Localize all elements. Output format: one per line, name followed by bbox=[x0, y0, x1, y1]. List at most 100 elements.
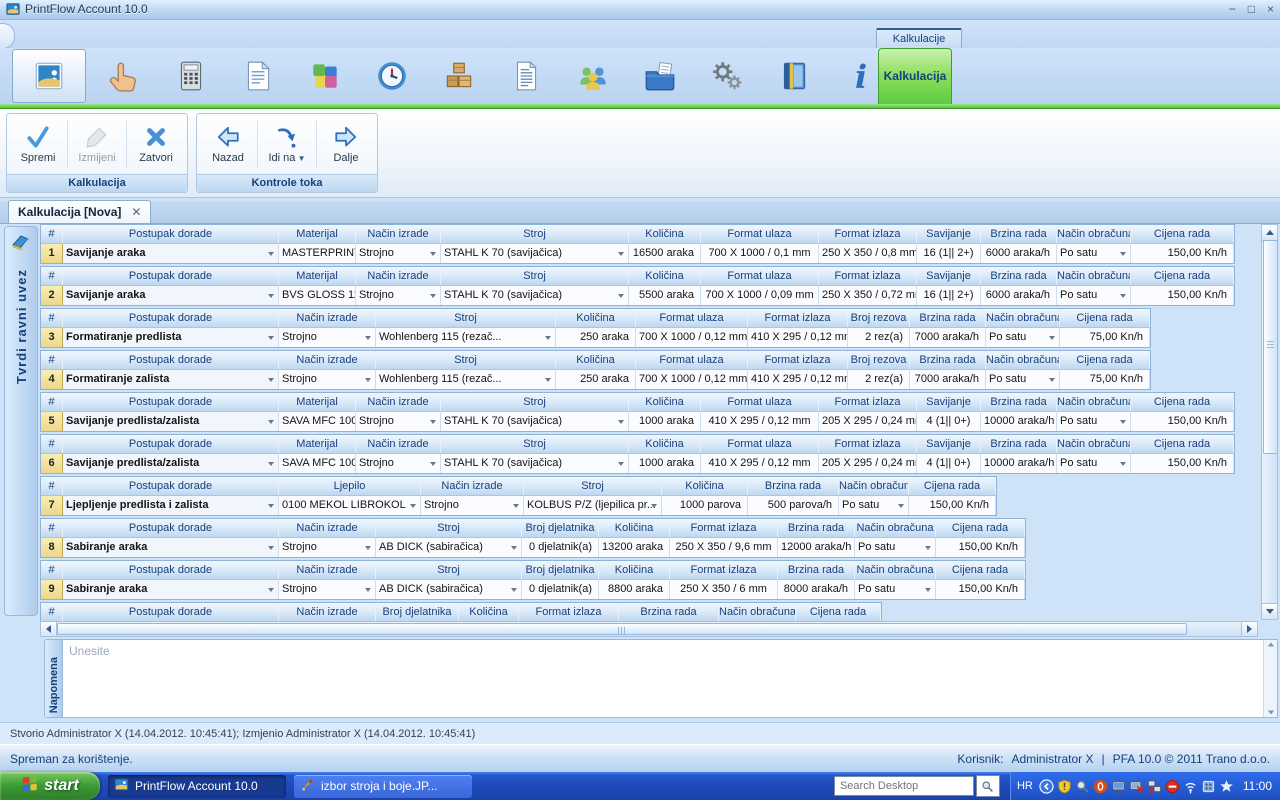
nazad-button[interactable]: Nazad bbox=[201, 116, 255, 172]
grid-cell[interactable]: 150,00 Kn/h bbox=[1131, 286, 1234, 305]
grid-cell[interactable]: 1000 araka bbox=[629, 412, 701, 431]
folder-icon[interactable] bbox=[626, 49, 693, 103]
dropdown-arrow-icon[interactable] bbox=[1120, 462, 1126, 466]
dropdown-arrow-icon[interactable] bbox=[925, 546, 931, 550]
grid-cell[interactable]: 10000 araka/h bbox=[981, 454, 1057, 473]
grid-cell[interactable]: 4 (1|| 0+) bbox=[917, 412, 981, 431]
document-icon[interactable] bbox=[224, 49, 291, 103]
row-number-cell[interactable]: 4 bbox=[41, 370, 63, 389]
note-scroll-down-icon[interactable] bbox=[1267, 711, 1273, 715]
close-icon[interactable]: × bbox=[1267, 3, 1274, 15]
dropdown-arrow-icon[interactable] bbox=[511, 546, 517, 550]
cell-dropdown[interactable]: STAHL K 70 (savijačica) bbox=[441, 244, 629, 263]
tab-kalkulacija[interactable]: Kalkulacija bbox=[878, 48, 952, 104]
grid-cell[interactable]: 150,00 Kn/h bbox=[909, 496, 996, 515]
dropdown-arrow-icon[interactable] bbox=[430, 294, 436, 298]
grid-cell[interactable]: 205 X 295 / 0,24 mm bbox=[819, 454, 917, 473]
cell-dropdown[interactable]: Strojno bbox=[279, 328, 376, 347]
scroll-up-icon[interactable] bbox=[1262, 225, 1277, 241]
dropdown-arrow-icon[interactable] bbox=[1120, 252, 1126, 256]
cell-dropdown[interactable]: Po satu bbox=[1057, 244, 1131, 263]
row-number-cell[interactable]: 1 bbox=[41, 244, 63, 263]
cell-dropdown[interactable]: Strojno bbox=[356, 454, 441, 473]
dropdown-arrow-icon[interactable] bbox=[651, 504, 657, 508]
grid-cell[interactable]: 5500 araka bbox=[629, 286, 701, 305]
grid-cell[interactable]: 500 parova/h bbox=[748, 496, 839, 515]
dropdown-arrow-icon[interactable] bbox=[268, 294, 274, 298]
grid-cell[interactable]: SAVA MFC 100 100g/m² bbox=[279, 454, 356, 473]
dropdown-arrow-icon[interactable] bbox=[365, 546, 371, 550]
grid-cell[interactable]: 8800 araka bbox=[599, 580, 670, 599]
dropdown-arrow-icon[interactable] bbox=[268, 504, 274, 508]
cell-dropdown[interactable]: STAHL K 70 (savijačica) bbox=[441, 412, 629, 431]
dropdown-arrow-icon[interactable] bbox=[511, 588, 517, 592]
clock-icon[interactable] bbox=[358, 49, 425, 103]
cell-dropdown[interactable]: Strojno bbox=[356, 286, 441, 305]
hand-icon[interactable] bbox=[90, 49, 157, 103]
application-orb[interactable] bbox=[0, 23, 15, 49]
postupak-dropdown[interactable]: Formatiranje predlista bbox=[63, 328, 279, 347]
grid-cell[interactable]: SAVA MFC 100 100g/m² bbox=[279, 412, 356, 431]
dropdown-arrow-icon[interactable] bbox=[618, 462, 624, 466]
grid-cell[interactable]: 2 rez(a) bbox=[848, 370, 910, 389]
dropdown-arrow-icon[interactable] bbox=[545, 378, 551, 382]
dropdown-arrow-icon[interactable] bbox=[365, 336, 371, 340]
grid-cell[interactable]: 250 X 350 / 6 mm bbox=[670, 580, 778, 599]
chip-icon[interactable] bbox=[1201, 779, 1216, 794]
monitor-x-icon[interactable] bbox=[1129, 779, 1144, 794]
wifi-icon[interactable] bbox=[1183, 779, 1198, 794]
grid-cell[interactable]: 12000 araka/h bbox=[778, 538, 855, 557]
row-number-cell[interactable]: 5 bbox=[41, 412, 63, 431]
dropdown-arrow-icon[interactable] bbox=[268, 336, 274, 340]
dropdown-arrow-icon[interactable] bbox=[513, 504, 519, 508]
address-book-icon[interactable] bbox=[12, 49, 86, 103]
dropdown-arrow-icon[interactable] bbox=[1120, 294, 1126, 298]
dropdown-arrow-icon[interactable] bbox=[1049, 378, 1055, 382]
grid-cell[interactable]: 16 (1|| 2+) bbox=[917, 286, 981, 305]
tab-close-icon[interactable]: ✕ bbox=[131, 205, 141, 219]
star-icon[interactable] bbox=[1219, 779, 1234, 794]
cell-dropdown[interactable]: Strojno bbox=[279, 580, 376, 599]
grid-cell[interactable]: 410 X 295 / 0,12 mm bbox=[701, 412, 819, 431]
cell-dropdown[interactable]: Po satu bbox=[839, 496, 909, 515]
postupak-dropdown[interactable]: Savijanje araka bbox=[63, 244, 279, 263]
grid-cell[interactable]: 8000 araka/h bbox=[778, 580, 855, 599]
opera-icon[interactable] bbox=[1093, 779, 1108, 794]
postupak-dropdown[interactable]: Sabiranje araka bbox=[63, 538, 279, 557]
dalje-button[interactable]: Dalje bbox=[319, 116, 373, 172]
dropdown-arrow-icon[interactable] bbox=[898, 504, 904, 508]
row-number-cell[interactable]: 9 bbox=[41, 580, 63, 599]
dropdown-arrow-icon[interactable] bbox=[410, 504, 416, 508]
cell-dropdown[interactable]: 0100 MEKOL LIBROKOL bbox=[279, 496, 421, 515]
grid-cell[interactable]: 1000 parova bbox=[662, 496, 748, 515]
collapse-icon[interactable] bbox=[1039, 779, 1054, 794]
grid-cell[interactable]: 75,00 Kn/h bbox=[1060, 370, 1150, 389]
cell-dropdown[interactable]: Po satu bbox=[986, 370, 1060, 389]
dropdown-arrow-icon[interactable] bbox=[545, 336, 551, 340]
cell-dropdown[interactable]: KOLBUS P/Z (ljepilica pr... bbox=[524, 496, 662, 515]
cell-dropdown[interactable]: Po satu bbox=[1057, 412, 1131, 431]
magnifier-icon[interactable] bbox=[1075, 779, 1090, 794]
tab-kalkulacija-nova[interactable]: Kalkulacija [Nova] ✕ bbox=[8, 200, 151, 223]
postupak-dropdown[interactable]: Ljepljenje predlista i zalista bbox=[63, 496, 279, 515]
dropdown-arrow-icon[interactable] bbox=[268, 546, 274, 550]
grid-cell[interactable]: 7000 araka/h bbox=[910, 370, 986, 389]
grid-cell[interactable]: 410 X 295 / 0,12 mm bbox=[748, 328, 848, 347]
report-icon[interactable] bbox=[492, 49, 559, 103]
vertical-scrollbar[interactable] bbox=[1261, 224, 1278, 620]
grid-cell[interactable]: 1000 araka bbox=[629, 454, 701, 473]
scroll-left-icon[interactable] bbox=[41, 622, 57, 636]
shield-icon[interactable] bbox=[1057, 779, 1072, 794]
grid-cell[interactable]: 250 araka bbox=[556, 328, 636, 347]
cell-dropdown[interactable]: Po satu bbox=[855, 538, 936, 557]
grid-cell[interactable]: 150,00 Kn/h bbox=[936, 580, 1025, 599]
postupak-dropdown[interactable]: Savijanje araka bbox=[63, 286, 279, 305]
row-number-cell[interactable]: 7 bbox=[41, 496, 63, 515]
grid-cell[interactable]: 0 djelatnik(a) bbox=[522, 538, 599, 557]
cell-dropdown[interactable]: AB DICK (sabiračica) bbox=[376, 538, 522, 557]
grid-cell[interactable]: 16 (1|| 2+) bbox=[917, 244, 981, 263]
dropdown-arrow-icon[interactable] bbox=[365, 588, 371, 592]
cell-dropdown[interactable]: Po satu bbox=[986, 328, 1060, 347]
grid-cell[interactable]: 250 X 350 / 0,72 mm bbox=[819, 286, 917, 305]
cell-dropdown[interactable]: STAHL K 70 (savijačica) bbox=[441, 286, 629, 305]
